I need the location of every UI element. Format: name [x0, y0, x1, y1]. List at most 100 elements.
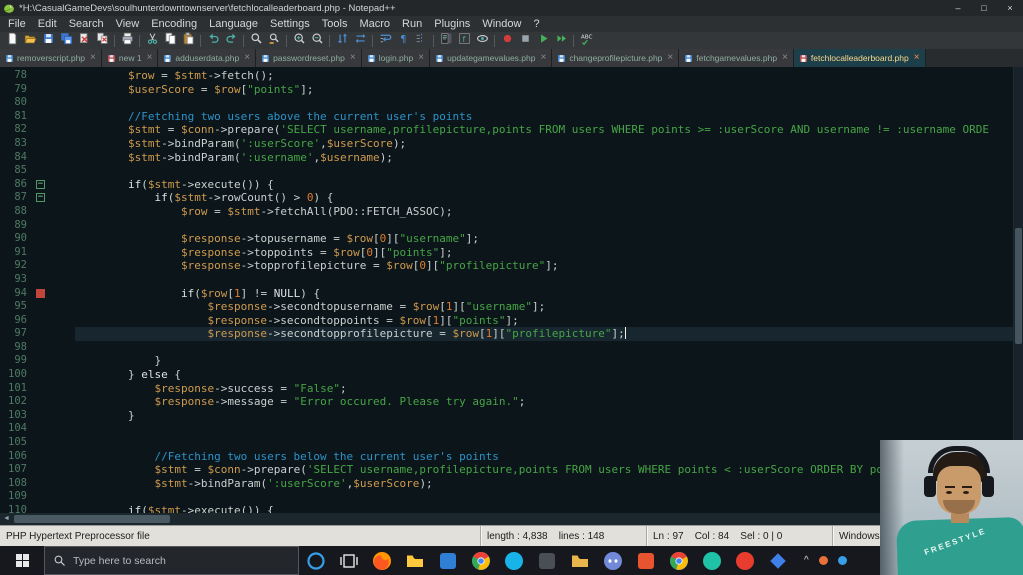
code-line-86[interactable]: 86− if($stmt->execute()) {: [0, 178, 1013, 192]
taskbar-app-cortana[interactable]: [299, 546, 332, 575]
taskbar-app-teal-app-2[interactable]: [695, 546, 728, 575]
line-number[interactable]: 82: [0, 123, 30, 137]
code-line-101[interactable]: 101 $response->success = "False";: [0, 382, 1013, 396]
tab-close-icon[interactable]: ×: [914, 53, 920, 63]
menu-item-edit[interactable]: Edit: [32, 16, 63, 32]
line-number[interactable]: 87: [0, 191, 30, 205]
code-line-96[interactable]: 96 $response->secondtoppoints = $row[1][…: [0, 314, 1013, 328]
tab-close-icon[interactable]: ×: [350, 53, 356, 63]
menu-item-tools[interactable]: Tools: [316, 16, 354, 32]
copy-button[interactable]: [161, 32, 179, 49]
tray-icon-1[interactable]: [818, 556, 828, 565]
line-number[interactable]: 98: [0, 341, 30, 355]
menu-item-help[interactable]: ?: [527, 16, 545, 32]
tray-icon-2[interactable]: [837, 556, 847, 565]
code-line-81[interactable]: 81 //Fetching two users above the curren…: [0, 110, 1013, 124]
code-line-84[interactable]: 84 $stmt->bindParam(':username',$usernam…: [0, 151, 1013, 165]
macro-playback-button[interactable]: [534, 33, 552, 49]
line-number[interactable]: 100: [0, 368, 30, 382]
minimize-button[interactable]: –: [945, 0, 971, 16]
vertical-scrollbar-thumb[interactable]: [1015, 227, 1022, 344]
document-map-button[interactable]: [437, 32, 455, 49]
macro-run-multiple-button[interactable]: [552, 33, 570, 49]
menu-item-file[interactable]: File: [2, 16, 32, 32]
line-number[interactable]: 106: [0, 450, 30, 464]
tab-new-1[interactable]: new 1 ×: [101, 49, 159, 67]
taskbar-app-folder-app[interactable]: [563, 546, 596, 575]
paste-button[interactable]: [179, 31, 197, 49]
code-line-103[interactable]: 103 }: [0, 409, 1013, 423]
taskbar-app-dark-app-1[interactable]: [530, 546, 563, 575]
editor[interactable]: 78 $row = $stmt->fetch(); 79 $userScore =…: [0, 67, 1023, 513]
fold-marker-icon[interactable]: −: [36, 193, 45, 203]
line-number[interactable]: 78: [0, 69, 30, 83]
sync-vertical-button[interactable]: [333, 33, 351, 49]
code-line-99[interactable]: 99 }: [0, 354, 1013, 368]
taskbar-app-blue-diamond-app[interactable]: [761, 546, 794, 575]
open-file-button[interactable]: [21, 33, 39, 49]
tab-removerscript-php[interactable]: removerscript.php ×: [0, 49, 102, 67]
tab-updategamevalues-php[interactable]: updategamevalues.php ×: [430, 49, 553, 67]
close-button[interactable]: ×: [997, 0, 1023, 16]
code-line-80[interactable]: 80: [0, 96, 1013, 110]
horizontal-scrollbar-thumb[interactable]: [14, 515, 170, 523]
line-number[interactable]: 109: [0, 490, 30, 504]
code-line-104[interactable]: 104: [0, 422, 1013, 436]
tab-close-icon[interactable]: ×: [147, 53, 153, 63]
taskbar-app-discord[interactable]: [596, 546, 629, 575]
save-all-button[interactable]: [57, 32, 75, 49]
code-line-108[interactable]: 108 $stmt->bindParam(':userScore',$userS…: [0, 477, 1013, 491]
code-line-106[interactable]: 106 //Fetching two users below the curre…: [0, 450, 1013, 464]
code-line-88[interactable]: 88 $row = $stmt->fetchAll(PDO::FETCH_ASS…: [0, 205, 1013, 219]
horizontal-scrollbar[interactable]: ◄ ►: [0, 513, 1023, 525]
tab-passwordreset-php[interactable]: passwordreset.php ×: [256, 49, 362, 67]
line-number[interactable]: 83: [0, 137, 30, 151]
line-number[interactable]: 90: [0, 232, 30, 246]
taskbar-app-task-view[interactable]: [332, 546, 365, 575]
tab-close-icon[interactable]: ×: [667, 53, 673, 63]
taskbar-app-teal-app-1[interactable]: [497, 546, 530, 575]
close-button[interactable]: [75, 32, 93, 49]
zoom-in-button[interactable]: [290, 32, 308, 49]
zoom-out-button[interactable]: [308, 32, 326, 49]
line-number[interactable]: 79: [0, 83, 30, 97]
cut-button[interactable]: [143, 32, 161, 49]
fold-marker-icon[interactable]: −: [36, 179, 45, 189]
close-all-button[interactable]: [93, 32, 111, 49]
indent-guide-button[interactable]: [412, 33, 430, 49]
line-number[interactable]: 85: [0, 164, 30, 178]
code-line-83[interactable]: 83 $stmt->bindParam(':userScore',$userSc…: [0, 137, 1013, 151]
line-number[interactable]: 81: [0, 110, 30, 124]
horizontal-scroll-track[interactable]: [13, 513, 1000, 525]
code-line-95[interactable]: 95 $response->secondtopusername = $row[1…: [0, 300, 1013, 314]
scroll-left-arrow-icon[interactable]: ◄: [0, 513, 13, 525]
print-button[interactable]: [118, 32, 136, 49]
tab-changeprofilepicture-php[interactable]: changeprofilepicture.php ×: [552, 49, 680, 67]
tab-login-php[interactable]: login.php ×: [361, 49, 431, 67]
menu-item-settings[interactable]: Settings: [264, 16, 316, 32]
spell-check-button[interactable]: ABC: [577, 33, 595, 49]
taskbar-app-red-app[interactable]: [728, 546, 761, 575]
code-line-89[interactable]: 89: [0, 219, 1013, 233]
taskbar-app-file-explorer[interactable]: [398, 546, 431, 575]
line-number[interactable]: 89: [0, 219, 30, 233]
line-number[interactable]: 101: [0, 382, 30, 396]
function-list-button[interactable]: f: [455, 32, 473, 49]
tab-close-icon[interactable]: ×: [90, 53, 96, 63]
show-all-characters-button[interactable]: ¶: [394, 33, 412, 49]
code-line-92[interactable]: 92 $response->topprofilepicture = $row[0…: [0, 259, 1013, 273]
menu-item-view[interactable]: View: [110, 16, 146, 32]
line-number[interactable]: 86: [0, 178, 30, 192]
code-line-105[interactable]: 105: [0, 436, 1013, 450]
code-line-79[interactable]: 79 $userScore = $row["points"];: [0, 83, 1013, 97]
code-line-85[interactable]: 85: [0, 164, 1013, 178]
tab-close-icon[interactable]: ×: [782, 53, 788, 63]
line-number[interactable]: 84: [0, 151, 30, 165]
menu-item-search[interactable]: Search: [63, 16, 110, 32]
code-line-97[interactable]: 97 $response->secondtopprofilepicture = …: [0, 327, 1013, 341]
maximize-button[interactable]: □: [971, 0, 997, 16]
macro-stop-button[interactable]: [516, 33, 534, 49]
undo-button[interactable]: [204, 33, 222, 49]
start-button[interactable]: [0, 546, 44, 575]
line-number[interactable]: 102: [0, 395, 30, 409]
